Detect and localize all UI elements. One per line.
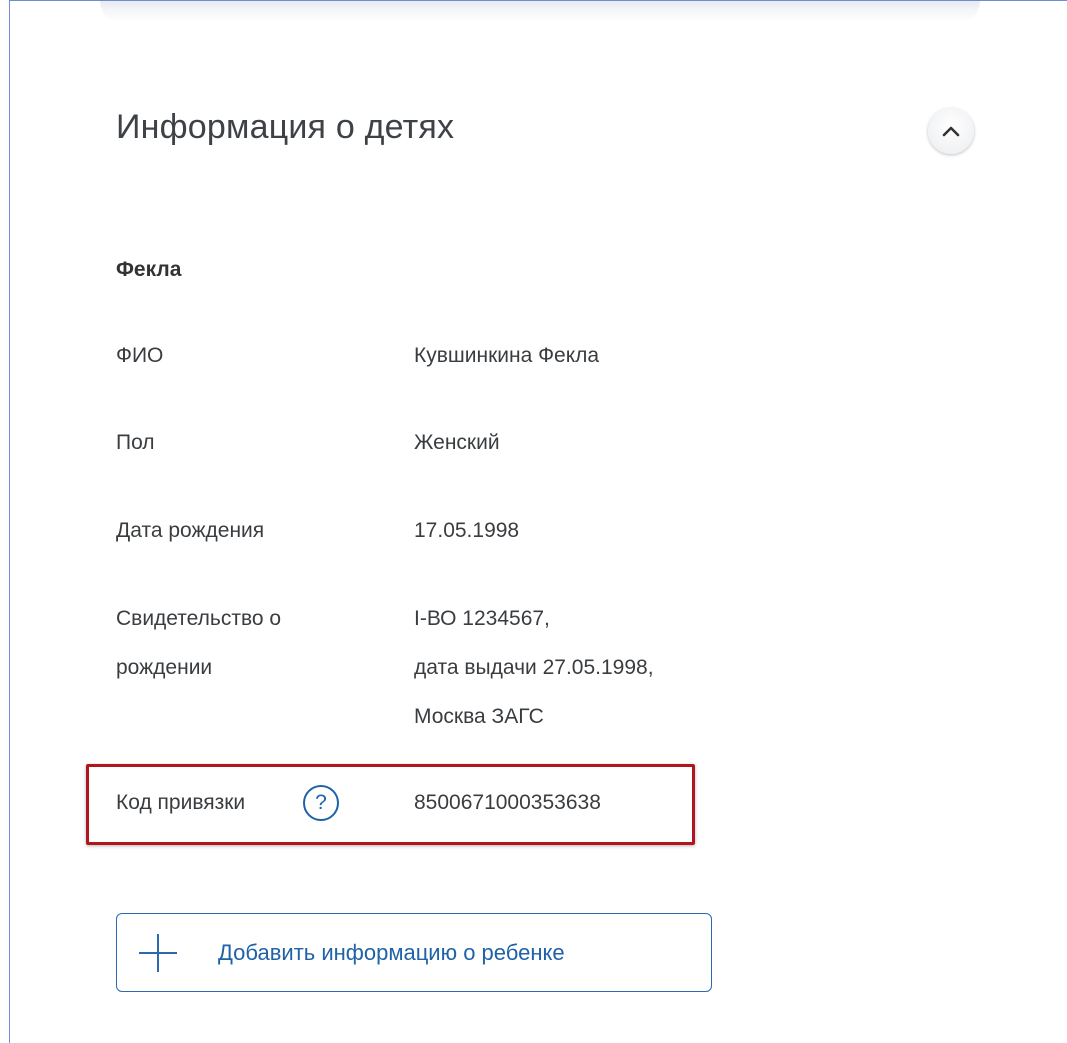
- field-value-birth-certificate-line2: дата выдачи 27.05.1998,: [414, 656, 654, 679]
- section-title: Информация о детях: [116, 108, 455, 146]
- field-value-birth-date: 17.05.1998: [414, 519, 520, 542]
- help-question-icon[interactable]: ?: [303, 785, 339, 821]
- field-value-birth-certificate-line3: Москва ЗАГС: [414, 705, 544, 728]
- field-value-binding-code: 8500671000353638: [414, 791, 601, 814]
- field-value-fio: Кувшинкина Фекла: [414, 344, 600, 367]
- field-label-birth-certificate-line2: рождении: [116, 656, 213, 679]
- collapse-section-button[interactable]: [928, 108, 974, 154]
- field-label-birth-date: Дата рождения: [116, 519, 265, 542]
- field-value-gender: Женский: [414, 431, 500, 454]
- add-child-info-label: Добавить информацию о ребенке: [218, 940, 565, 965]
- field-label-fio: ФИО: [116, 344, 164, 367]
- chevron-up-icon: [942, 126, 960, 137]
- child-name-heading: Фекла: [116, 258, 182, 281]
- previous-card-edge: [100, 1, 980, 23]
- field-value-birth-certificate-line1: I-ВО 1234567,: [414, 607, 550, 630]
- plus-icon: [139, 934, 177, 972]
- field-label-gender: Пол: [116, 431, 155, 454]
- field-label-binding-code: Код привязки: [116, 791, 246, 814]
- window-frame-left: [9, 0, 10, 1043]
- field-label-birth-certificate-line1: Свидетельство о: [116, 607, 282, 630]
- add-child-info-button[interactable]: Добавить информацию о ребенке: [116, 913, 712, 992]
